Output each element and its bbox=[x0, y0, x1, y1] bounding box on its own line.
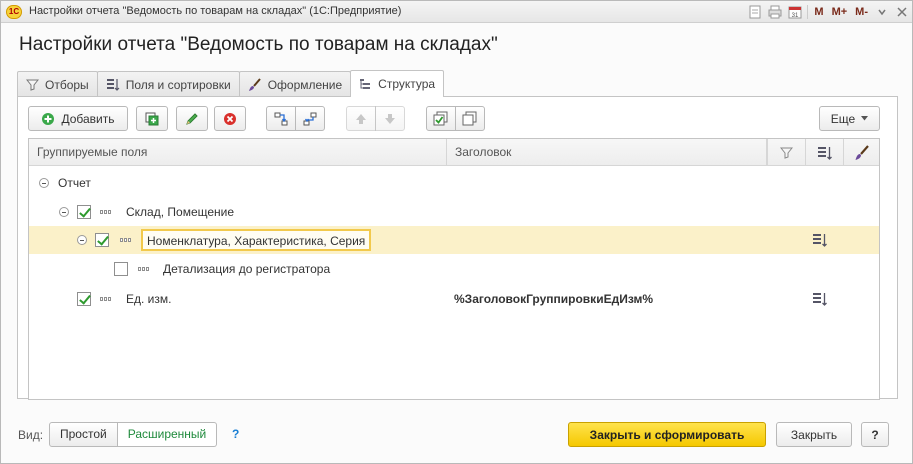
more-button-label: Еще bbox=[830, 111, 856, 126]
tab-label: Оформление bbox=[267, 77, 343, 92]
grid-row-nomenclature[interactable]: Номенклатура, Характеристика, Серия bbox=[29, 226, 879, 254]
check-all-button[interactable] bbox=[426, 106, 456, 131]
group-icon bbox=[274, 112, 288, 125]
tab-filters[interactable]: Отборы bbox=[17, 71, 98, 97]
column-header-filter[interactable] bbox=[767, 139, 805, 166]
filter-icon bbox=[780, 147, 793, 159]
move-up-button[interactable] bbox=[346, 106, 376, 131]
arrow-up-icon bbox=[356, 113, 366, 124]
fields-sort-icon[interactable] bbox=[812, 291, 828, 307]
grid-header: Группируемые поля Заголовок bbox=[29, 139, 879, 166]
close-and-generate-button[interactable]: Закрыть и сформировать bbox=[568, 422, 766, 447]
view-switch: Простой Расширенный bbox=[49, 422, 218, 447]
close-window-icon[interactable] bbox=[894, 4, 910, 20]
uncheck-all-icon bbox=[462, 111, 477, 125]
help-button[interactable]: ? bbox=[861, 422, 889, 447]
grid-row-warehouse[interactable]: Склад, Помещение bbox=[29, 198, 879, 226]
grid-row-report[interactable]: Отчет bbox=[29, 169, 879, 197]
tab-fields-sorting[interactable]: Поля и сортировки bbox=[96, 71, 240, 97]
more-button[interactable]: Еще bbox=[819, 106, 880, 131]
memory-button[interactable]: M bbox=[812, 6, 825, 18]
uncheck-all-button[interactable] bbox=[455, 106, 485, 131]
settings-window: 1С Настройки отчета "Ведомость по товара… bbox=[0, 0, 913, 464]
fields-sort-icon[interactable] bbox=[812, 232, 828, 248]
svg-text:31: 31 bbox=[792, 13, 799, 19]
page-title: Настройки отчета "Ведомость по товарам н… bbox=[19, 34, 498, 55]
collapse-icon[interactable] bbox=[59, 207, 69, 217]
column-header-appearance[interactable] bbox=[843, 139, 879, 166]
tab-label: Поля и сортировки bbox=[125, 77, 231, 92]
grid-row-unit[interactable]: Ед. изм. %ЗаголовокГруппировкиЕдИзм% bbox=[29, 285, 879, 313]
move-down-button[interactable] bbox=[375, 106, 405, 131]
window-menu-icon[interactable] bbox=[874, 4, 890, 20]
collapse-icon[interactable] bbox=[39, 178, 49, 188]
tab-structure[interactable]: Структура bbox=[350, 70, 445, 97]
title-bar-controls: 31 M M+ M- bbox=[747, 3, 910, 21]
column-header-title[interactable]: Заголовок bbox=[447, 139, 767, 166]
fields-sort-icon bbox=[817, 146, 832, 160]
grouping-field-icon bbox=[100, 210, 113, 215]
app-logo: 1С bbox=[6, 5, 22, 19]
row-label: Детализация до регистратора bbox=[163, 262, 331, 276]
structure-grid: Группируемые поля Заголовок Отчет Склад,… bbox=[28, 138, 880, 400]
row-checkbox[interactable] bbox=[114, 262, 128, 276]
grouping-field-icon bbox=[120, 238, 133, 243]
row-label-edit[interactable]: Номенклатура, Характеристика, Серия bbox=[141, 229, 372, 251]
column-header-fields[interactable]: Группируемые поля bbox=[29, 139, 447, 166]
collapse-icon[interactable] bbox=[77, 235, 87, 245]
edit-button[interactable] bbox=[176, 106, 208, 131]
add-grouping-button[interactable] bbox=[136, 106, 168, 131]
fields-sort-icon bbox=[106, 78, 120, 91]
delete-icon bbox=[224, 112, 236, 125]
row-label: Отчет bbox=[58, 176, 91, 190]
add-grouping-icon bbox=[145, 112, 159, 125]
check-buttons bbox=[426, 106, 485, 131]
pencil-icon bbox=[186, 112, 198, 125]
group-button[interactable] bbox=[266, 106, 296, 131]
tab-label: Отборы bbox=[45, 77, 89, 92]
ungroup-button[interactable] bbox=[295, 106, 325, 131]
brush-icon bbox=[855, 144, 869, 160]
delete-button[interactable] bbox=[214, 106, 246, 131]
row-checkbox[interactable] bbox=[95, 233, 109, 247]
column-header-fields-sort[interactable] bbox=[805, 139, 843, 166]
view-label: Вид: bbox=[18, 428, 44, 442]
check-all-icon bbox=[433, 111, 448, 125]
structure-icon bbox=[360, 78, 371, 89]
print-icon[interactable] bbox=[767, 4, 783, 20]
add-icon bbox=[42, 112, 55, 125]
add-button-label: Добавить bbox=[61, 111, 115, 126]
row-checkbox[interactable] bbox=[77, 205, 91, 219]
filter-icon bbox=[26, 79, 39, 91]
move-buttons bbox=[346, 106, 405, 131]
row-header-value[interactable]: %ЗаголовокГруппировкиЕдИзм% bbox=[454, 285, 653, 313]
view-simple-button[interactable]: Простой bbox=[49, 422, 118, 447]
brush-icon bbox=[248, 77, 261, 91]
row-label: Склад, Помещение bbox=[126, 205, 235, 219]
memory-minus-button[interactable]: M- bbox=[853, 6, 870, 18]
grouping-field-icon bbox=[138, 267, 151, 272]
ungroup-icon bbox=[303, 112, 317, 125]
tab-appearance[interactable]: Оформление bbox=[238, 71, 352, 97]
document-icon[interactable] bbox=[747, 4, 763, 20]
group-move-buttons bbox=[266, 106, 325, 131]
arrow-down-icon bbox=[385, 113, 395, 124]
tab-label: Структура bbox=[378, 77, 436, 91]
view-advanced-button[interactable]: Расширенный bbox=[117, 422, 218, 447]
add-button[interactable]: Добавить bbox=[28, 106, 128, 131]
close-button[interactable]: Закрыть bbox=[776, 422, 852, 447]
grid-row-detail[interactable]: Детализация до регистратора bbox=[29, 255, 879, 283]
calendar-icon[interactable]: 31 bbox=[787, 4, 803, 20]
row-checkbox[interactable] bbox=[77, 292, 91, 306]
window-title: Настройки отчета "Ведомость по товарам н… bbox=[29, 5, 402, 17]
memory-plus-button[interactable]: M+ bbox=[830, 6, 850, 18]
separator bbox=[807, 5, 809, 19]
tab-bar: Отборы Поля и сортировки Оформление Стру… bbox=[17, 70, 445, 97]
row-label: Ед. изм. bbox=[126, 292, 172, 306]
dropdown-arrow-icon bbox=[861, 116, 869, 121]
title-bar: 1С Настройки отчета "Ведомость по товара… bbox=[1, 1, 912, 23]
grouping-field-icon bbox=[100, 297, 113, 302]
view-help-link[interactable]: ? bbox=[232, 427, 239, 441]
